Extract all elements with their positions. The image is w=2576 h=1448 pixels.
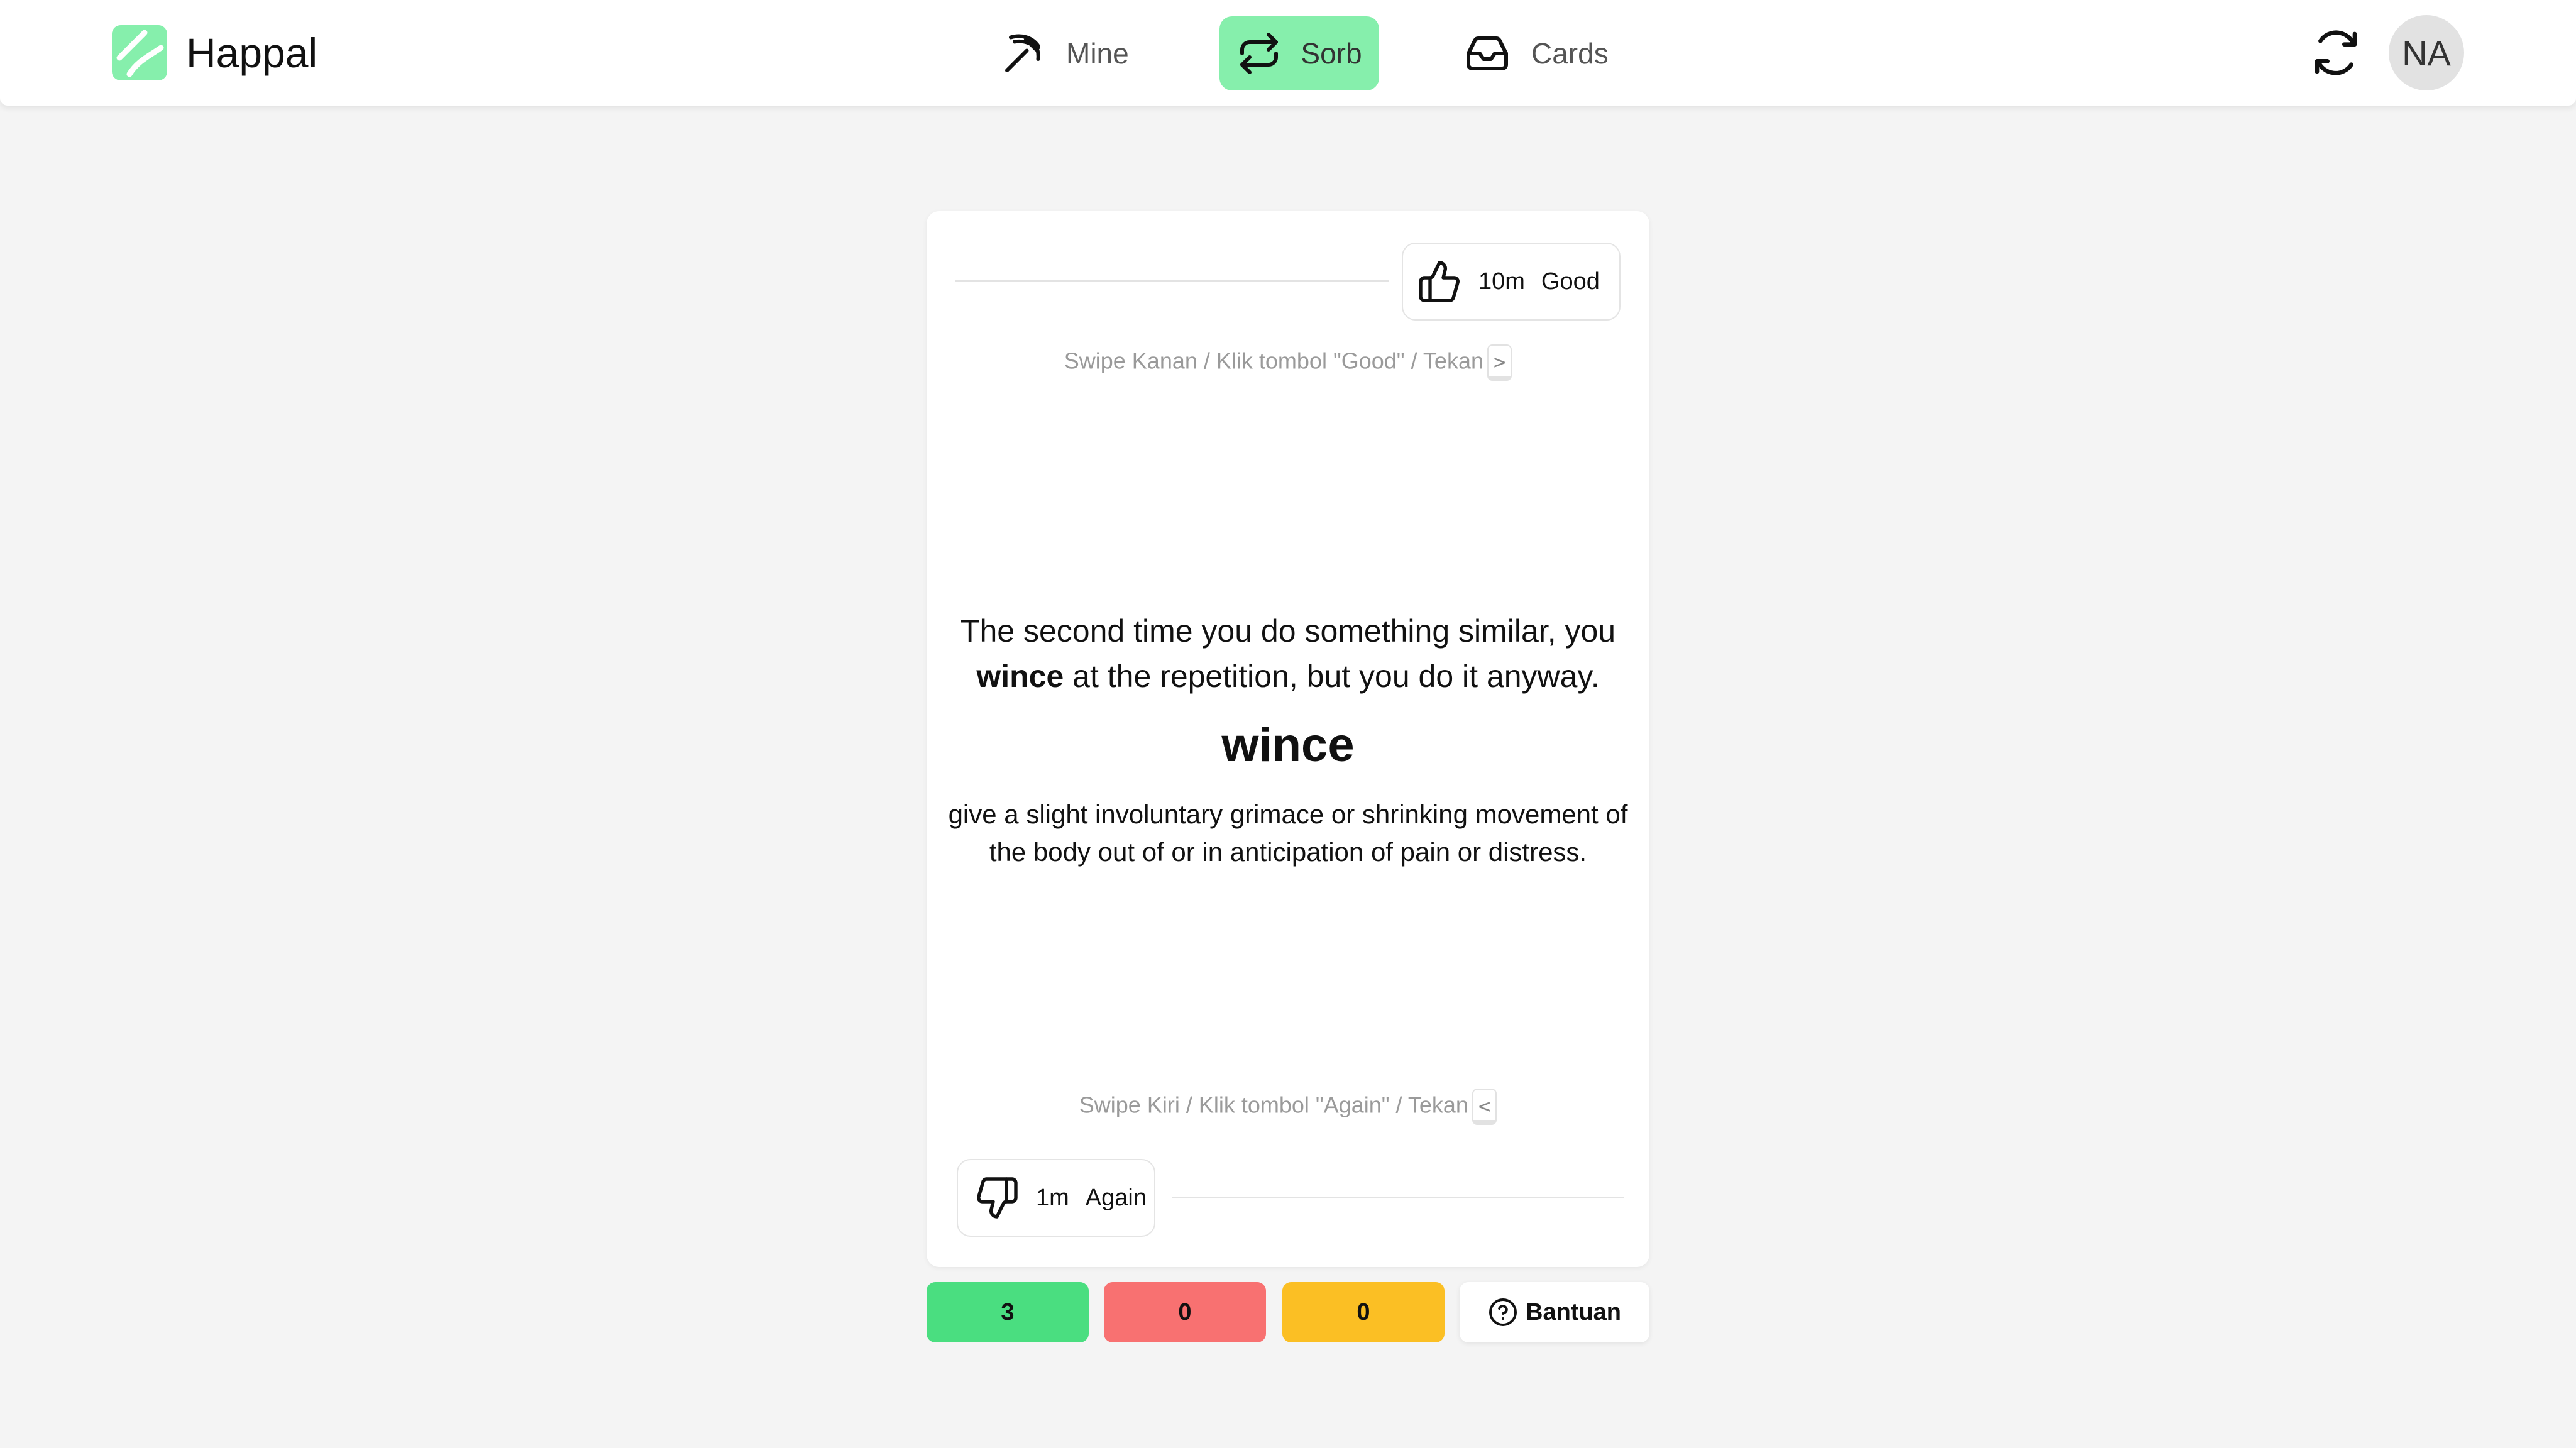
avatar[interactable]: NA: [2389, 15, 2464, 90]
vocab-word: wince: [1221, 718, 1355, 772]
nav-mine[interactable]: Mine: [999, 16, 1150, 90]
sentence-highlight: wince: [976, 659, 1064, 694]
help-button[interactable]: Bantuan: [1460, 1282, 1649, 1342]
good-button[interactable]: 10m Good: [1402, 243, 1621, 321]
happal-logo-icon: [112, 25, 167, 80]
hint-swipe-right-text: Swipe Kanan / Klik tombol "Good" / Tekan: [1064, 348, 1483, 374]
key-left: <: [1472, 1089, 1497, 1125]
key-right: >: [1487, 344, 1512, 381]
nav-cards-label: Cards: [1531, 37, 1609, 70]
hint-swipe-left-text: Swipe Kiri / Klik tombol "Again" / Tekan: [1079, 1092, 1468, 1118]
nav-sorb[interactable]: Sorb: [1219, 16, 1379, 90]
nav-sorb-label: Sorb: [1301, 37, 1362, 70]
refresh-icon[interactable]: [2311, 28, 2361, 78]
hint-swipe-left: Swipe Kiri / Klik tombol "Again" / Tekan…: [927, 1089, 1649, 1125]
sentence-after: at the repetition, but you do it anyway.: [1064, 659, 1600, 694]
again-button[interactable]: 1m Again: [957, 1159, 1155, 1237]
help-label: Bantuan: [1526, 1298, 1621, 1325]
example-sentence: The second time you do something similar…: [952, 608, 1624, 699]
stat-red-count: 0: [1104, 1282, 1266, 1342]
app-name: Happal: [186, 30, 318, 76]
stat-yellow-count: 0: [1282, 1282, 1445, 1342]
sentence-before: The second time you do something similar…: [960, 613, 1616, 649]
good-label: Good: [1541, 268, 1600, 295]
help-circle-icon: [1489, 1298, 1517, 1326]
divider-bottom: [1172, 1197, 1624, 1198]
thumbs-down-icon: [977, 1177, 1018, 1219]
flashcard[interactable]: 10m Good Swipe Kanan / Klik tombol "Good…: [927, 211, 1649, 1267]
inbox-icon: [1467, 36, 1508, 70]
pickaxe-icon: [1005, 34, 1040, 72]
nav-mine-label: Mine: [1066, 37, 1129, 70]
good-interval: 10m: [1478, 268, 1525, 295]
again-interval: 1m: [1036, 1184, 1069, 1211]
repeat-icon: [1240, 33, 1279, 74]
stat-green-count: 3: [927, 1282, 1089, 1342]
thumbs-up-icon: [1419, 261, 1460, 302]
hint-swipe-right: Swipe Kanan / Klik tombol "Good" / Tekan…: [927, 344, 1649, 381]
top-bar: Happal Mine Sorb Cards NA: [0, 0, 2576, 106]
word-definition: give a slight involuntary grimace or shr…: [948, 799, 1628, 867]
brand[interactable]: Happal: [112, 25, 317, 80]
divider-top: [955, 280, 1389, 282]
nav-cards[interactable]: Cards: [1465, 16, 1628, 90]
again-label: Again: [1085, 1184, 1147, 1211]
